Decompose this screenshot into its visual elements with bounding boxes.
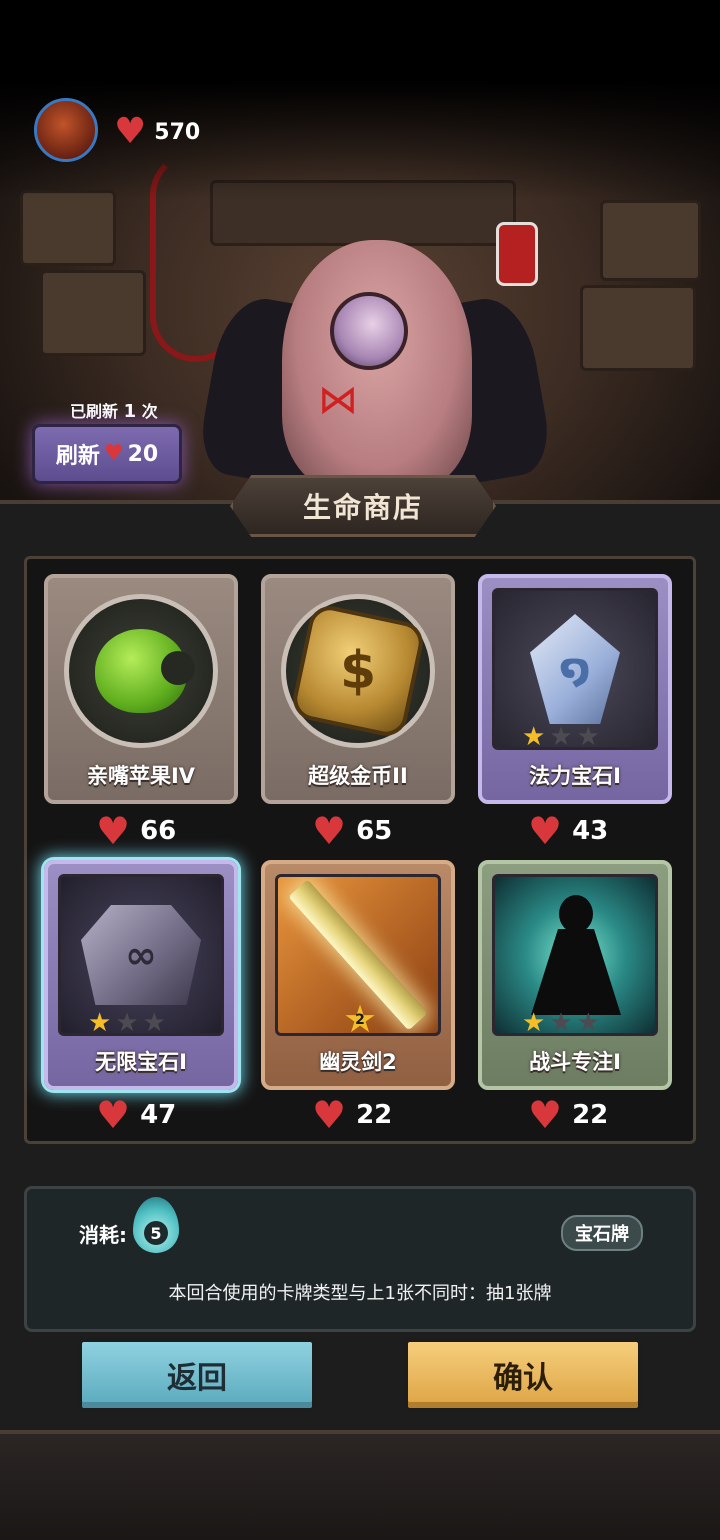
heart-icon: ♥: [103, 441, 124, 466]
scene-shadow: [0, 0, 720, 200]
item-price: ♥ 22: [528, 1096, 608, 1134]
player-avatar[interactable]: [34, 98, 98, 162]
star-rating: ★ ★ ★: [522, 724, 600, 750]
shop-item-card[interactable]: ໑ ★ ★ ★ 法力宝石I: [478, 574, 672, 804]
star-icon: ★: [576, 722, 600, 752]
heart-icon: ♥: [96, 809, 131, 853]
shop-item-card[interactable]: 亲嘴苹果IV: [44, 574, 238, 804]
heart-icon: ♥: [114, 111, 147, 152]
refresh-button[interactable]: 刷新 ♥ 20: [32, 424, 182, 484]
item-description: 本回合使用的卡牌类型与上1张不同时：抽1张牌: [168, 1283, 552, 1304]
wall-brick: [20, 190, 116, 266]
player-hp-value: 570: [154, 119, 201, 145]
figure-head: [559, 895, 593, 933]
star-icon: ★: [142, 1008, 166, 1038]
bottom-frame: [0, 1430, 720, 1540]
refresh-count-suffix: 次: [141, 402, 158, 421]
item-price-value: 22: [572, 1100, 609, 1130]
item-price: ♥ 47: [96, 1096, 176, 1134]
heart-icon: ♥: [312, 809, 347, 853]
cost-value: 5: [144, 1221, 168, 1245]
shopkeeper-eye: [330, 292, 408, 370]
item-name: 法力宝石I: [529, 764, 621, 788]
heart-icon: ♥: [528, 809, 563, 853]
item-name: 亲嘴苹果IV: [86, 764, 196, 788]
star-icon: ★: [576, 1008, 600, 1038]
item-name: 超级金币II: [308, 764, 408, 788]
figure-body: [531, 929, 621, 1015]
star-rating: ★ ★ ★: [88, 1010, 166, 1036]
wall-brick: [580, 285, 696, 371]
item-price: ♥ 65: [312, 812, 392, 850]
item-name: 幽灵剑2: [319, 1050, 397, 1074]
shop-title: 生命商店: [230, 475, 496, 537]
item-price-value: 47: [140, 1100, 177, 1130]
item-price: ♥ 43: [528, 812, 608, 850]
item-price: ♥ 22: [312, 1096, 392, 1134]
player-hp: ♥ 570: [114, 114, 200, 150]
item-detail-panel: 消耗: 5 宝石牌 本回合使用的卡牌类型与上1张不同时：抽1张牌: [24, 1186, 696, 1332]
star-icon: ★: [522, 1008, 546, 1038]
item-price-value: 66: [140, 816, 177, 846]
meditation-icon: [515, 895, 635, 1015]
heart-icon: ♥: [96, 1093, 131, 1137]
blood-bag-icon: [496, 222, 538, 286]
apple-icon: [95, 629, 195, 713]
star-icon: ★: [88, 1008, 112, 1038]
item-price: ♥ 66: [96, 812, 176, 850]
refresh-count-value: 1: [123, 401, 137, 422]
shop-item-card-selected[interactable]: ∞ ★ ★ ★ 无限宝石I: [44, 860, 238, 1090]
shop-item-card[interactable]: ★ ★ ★ 战斗专注I: [478, 860, 672, 1090]
item-price-value: 65: [356, 816, 393, 846]
item-price-value: 22: [356, 1100, 393, 1130]
star-icon: ★: [115, 1008, 139, 1038]
heart-icon: ♥: [312, 1093, 347, 1137]
star-icon: ★: [522, 722, 546, 752]
level-star-icon: ★ 2: [342, 997, 378, 1041]
shop-item-card[interactable]: ★ 2 幽灵剑2: [261, 860, 455, 1090]
shop-item-card[interactable]: $ 超级金币II: [261, 574, 455, 804]
item-art: [64, 594, 218, 748]
refresh-count-prefix: 已刷新: [70, 402, 119, 421]
back-button[interactable]: 返回: [78, 1338, 316, 1412]
refresh-label: 刷新: [55, 444, 100, 469]
wall-brick: [40, 270, 146, 356]
item-name: 战斗专注I: [529, 1050, 621, 1074]
coin-icon: $: [289, 602, 427, 740]
item-level: 2: [355, 1012, 365, 1028]
star-icon: ★: [549, 722, 573, 752]
cost-label: 消耗:: [79, 1223, 127, 1247]
card-type-badge: 宝石牌: [561, 1215, 643, 1251]
energy-flame-icon: 5: [133, 1197, 179, 1253]
star-rating: ★ ★ ★: [522, 1010, 600, 1036]
star-icon: ★: [549, 1008, 573, 1038]
item-name: 无限宝石I: [95, 1050, 187, 1074]
refresh-cost: 20: [127, 441, 159, 467]
mana-gem-icon: ໑: [530, 614, 620, 724]
heart-icon: ♥: [528, 1093, 563, 1137]
refresh-count: 已刷新 1 次: [70, 398, 158, 422]
item-price-value: 43: [572, 816, 609, 846]
infinity-gem-icon: ∞: [81, 905, 201, 1005]
item-art: $: [281, 594, 435, 748]
wall-brick: [600, 200, 701, 281]
confirm-button[interactable]: 确认: [404, 1338, 642, 1412]
bowtie-icon: ⋈: [318, 377, 358, 423]
